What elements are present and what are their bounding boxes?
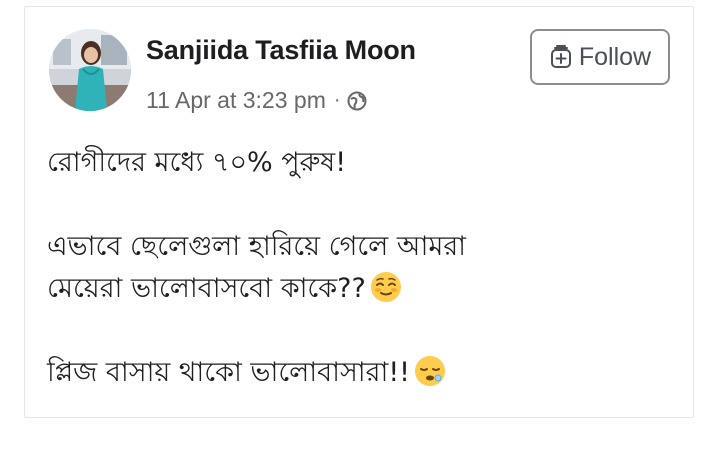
sleepy-face-icon xyxy=(414,356,445,386)
post-timestamp[interactable]: 11 Apr at 3:23 pm xyxy=(146,87,326,114)
post-meta: 11 Apr at 3:23 pm · xyxy=(146,87,367,114)
author-avatar[interactable] xyxy=(49,29,131,111)
post-line-4: প্লিজ বাসায় থাকো ভালোবাসারা!! xyxy=(47,352,677,394)
globe-icon[interactable] xyxy=(347,91,367,111)
post-line-1: রোগীদের মধ্যে ৭০% পুরুষ! xyxy=(47,147,347,178)
meta-separator: · xyxy=(333,89,341,111)
follow-button[interactable]: Follow xyxy=(530,29,670,85)
post-card: Sanjiida Tasfiia Moon 11 Apr at 3:23 pm … xyxy=(24,6,694,418)
post-line-2: এভাবে ছেলেগুলা হারিয়ে গেলে আমরা xyxy=(47,231,467,262)
relieved-face-icon xyxy=(370,272,401,302)
post-body: রোগীদের মধ্যে ৭০% পুরুষ! এভাবে ছেলেগুলা … xyxy=(47,142,677,394)
author-name[interactable]: Sanjiida Tasfiia Moon xyxy=(146,35,416,66)
profile-photo xyxy=(49,29,131,111)
follow-label: Follow xyxy=(578,42,652,71)
post-line-3: মেয়েরা ভালোবাসবো কাকে?? xyxy=(47,268,677,310)
follow-plus-icon xyxy=(550,45,571,68)
